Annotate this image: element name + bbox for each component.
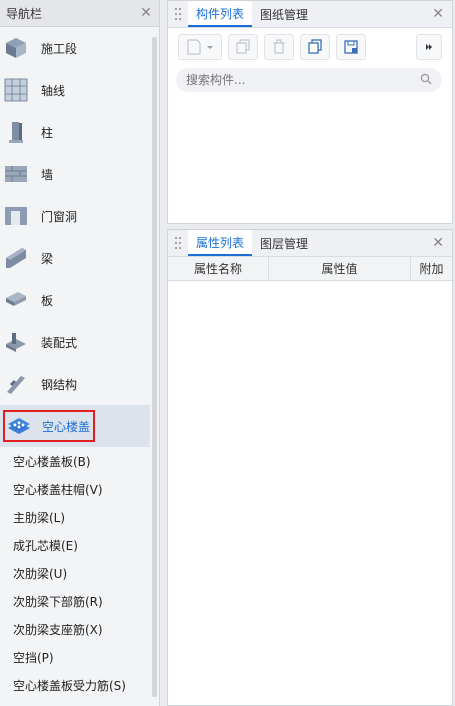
close-icon[interactable]: ✕: [432, 235, 444, 251]
navigation-title: 导航栏: [6, 6, 43, 21]
tab-layer-management[interactable]: 图层管理: [252, 230, 316, 256]
sub-item-rib-support-rebar[interactable]: 次肋梁支座筋(X): [0, 615, 150, 643]
nav-item-slab[interactable]: 板: [0, 279, 150, 321]
tab-drawing-management[interactable]: 图纸管理: [252, 1, 316, 27]
hollow-floor-icon: [6, 413, 32, 439]
door-window-icon: [3, 203, 29, 229]
drag-grip-icon[interactable]: [168, 230, 188, 256]
nav-item-construction-segment[interactable]: 施工段: [0, 27, 150, 69]
selected-highlight: 空心楼盖: [3, 410, 95, 442]
nav-item-steel-structure[interactable]: 钢结构: [0, 363, 150, 405]
navigation-header: 导航栏 ✕: [0, 0, 159, 27]
nav-item-label: 轴线: [41, 83, 66, 98]
nav-item-wall[interactable]: 墙: [0, 153, 150, 195]
steel-structure-icon: [3, 371, 29, 397]
close-icon[interactable]: ✕: [139, 5, 153, 21]
nav-item-prefab[interactable]: 装配式: [0, 321, 150, 363]
beam-icon: [3, 245, 29, 271]
nav-item-label: 施工段: [41, 41, 78, 56]
nav-item-axis[interactable]: 轴线: [0, 69, 150, 111]
layer-copy-icon: [308, 39, 322, 54]
property-tabs: 属性列表 图层管理 ✕: [168, 230, 452, 257]
property-panel: 属性列表 图层管理 ✕ 属性名称 属性值 附加: [167, 229, 453, 706]
nav-item-beam[interactable]: 梁: [0, 237, 150, 279]
component-toolbar: [168, 28, 452, 66]
nav-item-label: 柱: [41, 125, 54, 140]
sub-item-column-cap[interactable]: 空心楼盖柱帽(V): [0, 475, 150, 503]
nav-item-label: 板: [41, 293, 54, 308]
component-panel: 构件列表 图纸管理 ✕: [167, 0, 453, 224]
save-component-button[interactable]: [336, 34, 366, 60]
column-header-value[interactable]: 属性值: [269, 257, 411, 280]
column-icon: [3, 119, 29, 145]
nav-item-hollow-floor[interactable]: 空心楼盖: [0, 405, 150, 447]
slab-icon: [3, 287, 29, 313]
prefab-icon: [3, 329, 29, 355]
more-button[interactable]: [416, 34, 442, 60]
nav-item-label: 墙: [41, 167, 54, 182]
sub-item-core-mold[interactable]: 成孔芯模(E): [0, 531, 150, 559]
sub-item-hollow-slab[interactable]: 空心楼盖板(B): [0, 447, 150, 475]
new-component-button[interactable]: [178, 34, 222, 60]
nav-item-label: 钢结构: [41, 377, 78, 392]
sub-item-void[interactable]: 空挡(P): [0, 643, 150, 671]
sub-item-secondary-rib-beam[interactable]: 次肋梁(U): [0, 559, 150, 587]
column-header-extra[interactable]: 附加: [411, 257, 452, 280]
nav-item-label: 空心楼盖: [42, 419, 91, 434]
close-icon[interactable]: ✕: [432, 6, 444, 22]
tab-component-list[interactable]: 构件列表: [188, 1, 253, 27]
navigation-panel: 导航栏 ✕ 施工段 轴线 柱 墙 门窗洞 梁 板 装配式 钢结构 空心楼盖 空心…: [0, 0, 160, 706]
grid-axis-icon: [3, 77, 29, 103]
nav-item-label: 梁: [41, 251, 54, 266]
copy-icon: [236, 39, 250, 54]
construction-segment-icon: [3, 35, 29, 61]
navigation-scrollbar[interactable]: [152, 37, 157, 697]
new-file-icon: [187, 39, 213, 55]
tab-property-list[interactable]: 属性列表: [188, 230, 253, 256]
save-icon: [344, 40, 358, 54]
drag-grip-icon[interactable]: [168, 1, 188, 27]
component-search: [176, 68, 442, 92]
search-icon[interactable]: [420, 73, 432, 88]
nav-item-column[interactable]: 柱: [0, 111, 150, 153]
nav-item-door-window[interactable]: 门窗洞: [0, 195, 150, 237]
nav-item-label: 门窗洞: [41, 209, 78, 224]
double-chevron-right-icon: [426, 44, 432, 50]
property-table-header: 属性名称 属性值 附加: [168, 257, 452, 281]
search-input[interactable]: [186, 73, 420, 87]
sub-item-main-rib-beam[interactable]: 主肋梁(L): [0, 503, 150, 531]
copy-button[interactable]: [228, 34, 258, 60]
delete-button[interactable]: [264, 34, 294, 60]
navigation-list: 施工段 轴线 柱 墙 门窗洞 梁 板 装配式 钢结构 空心楼盖 空心楼盖板(B)…: [0, 27, 150, 699]
trash-icon: [273, 39, 285, 54]
sub-item-rib-bottom-rebar[interactable]: 次肋梁下部筋(R): [0, 587, 150, 615]
layer-copy-button[interactable]: [300, 34, 330, 60]
component-tabs: 构件列表 图纸管理 ✕: [168, 1, 452, 28]
column-header-name[interactable]: 属性名称: [168, 257, 269, 280]
sub-item-slab-main-rebar[interactable]: 空心楼盖板受力筋(S): [0, 671, 150, 699]
wall-icon: [3, 161, 29, 187]
nav-item-label: 装配式: [41, 335, 78, 350]
